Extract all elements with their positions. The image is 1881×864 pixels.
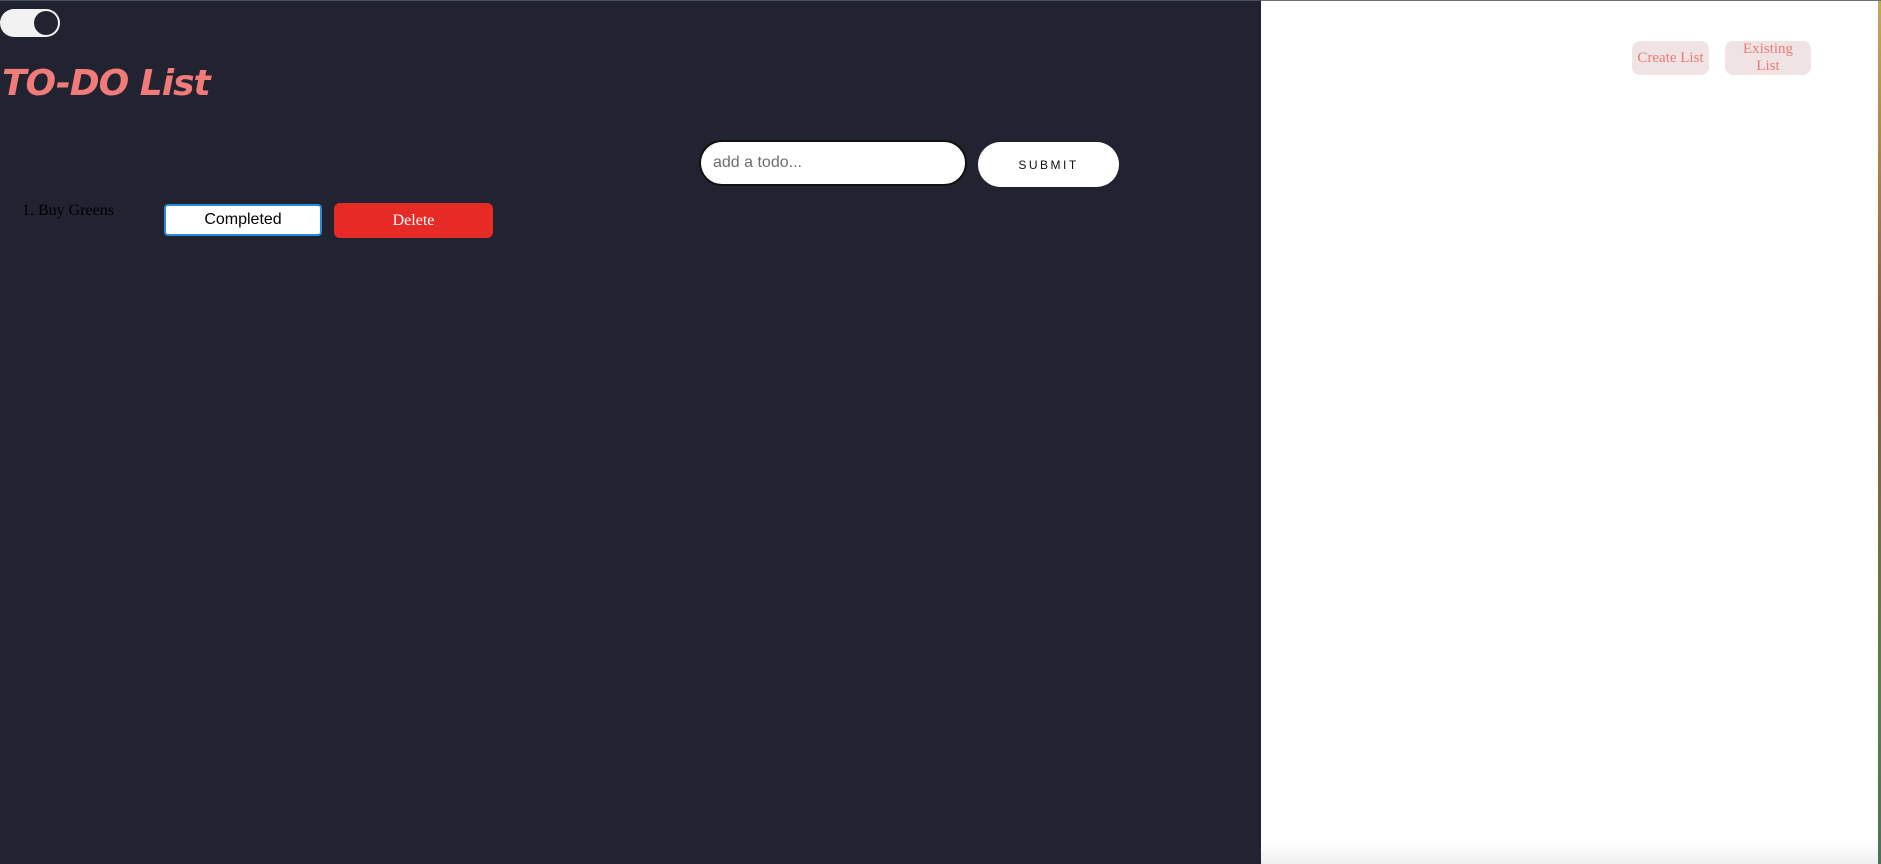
- todo-pane: TO-DO List SUBMIT 1. Buy Greens Complete…: [0, 0, 1261, 864]
- submit-button[interactable]: SUBMIT: [978, 142, 1119, 187]
- create-list-button[interactable]: Create List: [1632, 41, 1709, 75]
- page: TO-DO List SUBMIT 1. Buy Greens Complete…: [0, 0, 1881, 864]
- lists-pane: Create List Existing List: [1261, 0, 1881, 864]
- toggle-knob: [34, 11, 58, 35]
- existing-list-button[interactable]: Existing List: [1725, 41, 1811, 75]
- todo-list: 1. Buy Greens Completed Delete: [0, 201, 600, 241]
- page-title: TO-DO List: [2, 63, 211, 104]
- theme-toggle[interactable]: [0, 9, 60, 37]
- todo-item-text: 1. Buy Greens: [22, 202, 114, 219]
- delete-button[interactable]: Delete: [334, 203, 493, 238]
- completed-button[interactable]: Completed: [164, 204, 322, 236]
- bottom-shadow: [1261, 842, 1881, 864]
- todo-input[interactable]: [699, 140, 967, 186]
- todo-item: 1. Buy Greens Completed Delete: [0, 201, 600, 241]
